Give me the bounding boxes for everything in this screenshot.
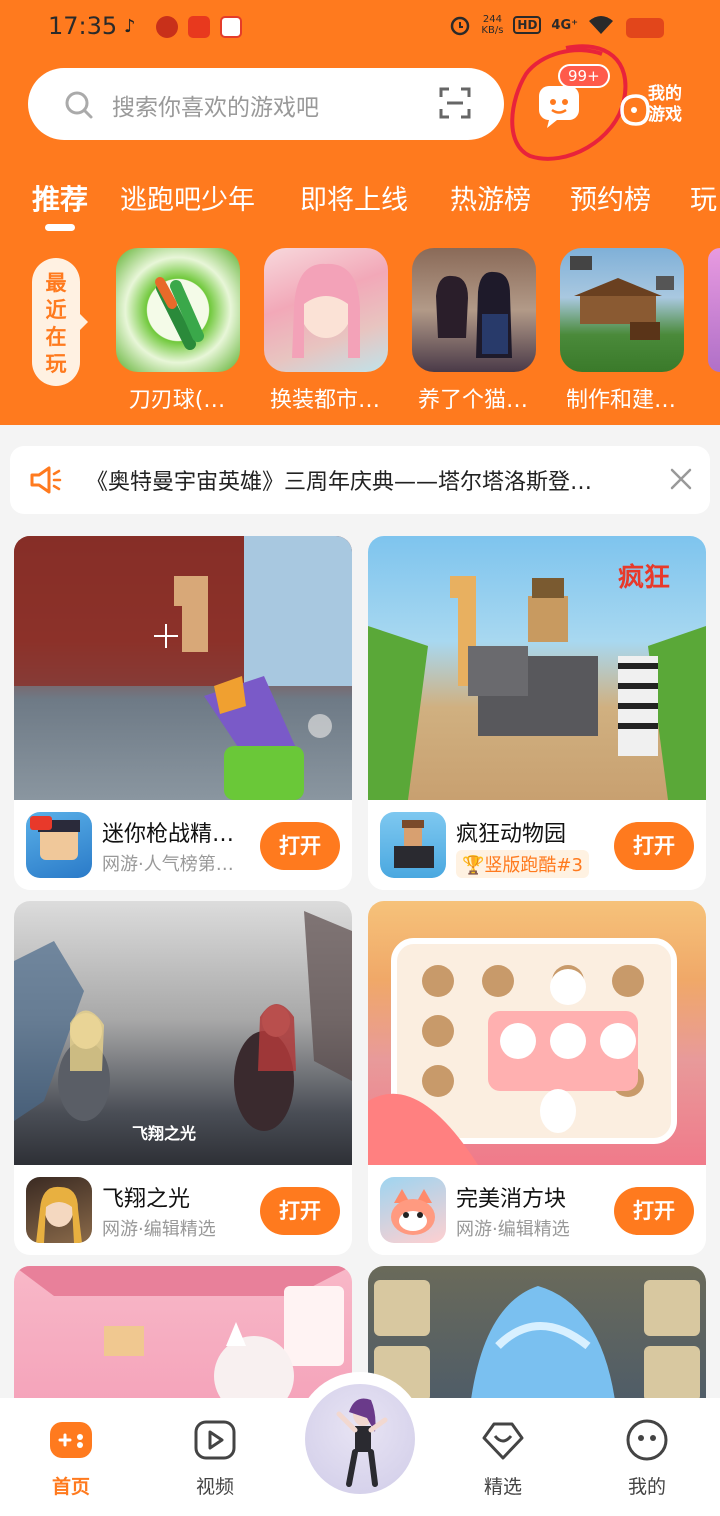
- hd-badge: HD: [513, 16, 542, 34]
- search-icon: [65, 91, 93, 119]
- nav-home-label: 首页: [51, 1476, 90, 1498]
- tab-reserve[interactable]: 预约榜: [570, 178, 651, 217]
- nav-mine-label: 我的: [627, 1476, 666, 1498]
- game-title: 完美消方块: [456, 1187, 567, 1212]
- header: 17:35 ♪ 244 KB/s HD 4G⁺ 搜索你喜欢的游戏吧 99+ 我的…: [0, 0, 720, 425]
- scan-icon[interactable]: [438, 86, 472, 120]
- recent-game-thumbnail: [560, 248, 684, 372]
- trophy-icon: 🏆: [462, 855, 485, 876]
- game-subtitle: 网游·编辑精选: [456, 1219, 570, 1240]
- game-subtitle: 网游·人气榜第…: [102, 854, 234, 875]
- game-card-image[interactable]: 飞翔之光: [14, 901, 352, 1165]
- tab-active-indicator: [45, 224, 75, 231]
- game-icon: [380, 1177, 446, 1243]
- map-pin-icon: [220, 16, 242, 38]
- recent-game[interactable]: 制作和建…: [560, 248, 684, 414]
- center-character-avatar[interactable]: [305, 1384, 415, 1494]
- game-card[interactable]: 疯狂 疯狂动物园 🏆竖版跑酷#3 打开: [368, 536, 706, 890]
- app-notification-icon-2: [188, 16, 210, 38]
- open-button[interactable]: 打开: [260, 1187, 340, 1235]
- gamepad-icon: [50, 1422, 92, 1458]
- recent-game[interactable]: 换装都市…: [264, 248, 388, 414]
- recent-game[interactable]: 刀刃球(…: [116, 248, 240, 414]
- open-button[interactable]: 打开: [614, 1187, 694, 1235]
- game-title: 疯狂动物园: [456, 822, 567, 847]
- nav-home[interactable]: 首页: [26, 1418, 116, 1499]
- search-input[interactable]: 搜索你喜欢的游戏吧: [112, 88, 319, 122]
- svg-text:疯狂: 疯狂: [618, 562, 670, 593]
- video-icon: [194, 1420, 236, 1460]
- smiley-icon: [626, 1419, 668, 1461]
- game-card[interactable]: 迷你枪战精… 网游·人气榜第… 打开: [14, 536, 352, 890]
- tab-upcoming[interactable]: 即将上线: [300, 178, 408, 217]
- tiktok-icon: ♪: [124, 16, 136, 37]
- open-button[interactable]: 打开: [614, 822, 694, 870]
- alarm-icon: [451, 16, 470, 36]
- tab-play[interactable]: 玩: [690, 178, 717, 217]
- app-notification-icon: [156, 16, 178, 38]
- nav-video-label: 视频: [195, 1476, 234, 1498]
- recent-game[interactable]: 养了个猫…: [412, 248, 536, 414]
- game-card-image[interactable]: 疯狂: [368, 536, 706, 800]
- tab-recommend[interactable]: 推荐: [32, 178, 88, 218]
- recent-label: 最近在玩: [32, 258, 88, 386]
- game-icon: [26, 812, 92, 878]
- status-app-icons: ♪: [124, 16, 242, 38]
- my-games-label[interactable]: 我的游戏: [648, 84, 696, 126]
- notice-banner[interactable]: 《奥特曼宇宙英雄》三周年庆典——塔尔塔洛斯登…: [10, 446, 710, 514]
- game-card[interactable]: 完美消方块 网游·编辑精选 打开: [368, 901, 706, 1255]
- megaphone-icon: [30, 466, 62, 494]
- recent-game-name: 制作和建…: [565, 388, 676, 413]
- close-icon[interactable]: [668, 466, 694, 492]
- recent-game-thumbnail: [264, 248, 388, 372]
- nav-video[interactable]: 视频: [170, 1418, 260, 1499]
- recent-game-partial[interactable]: [708, 248, 720, 372]
- game-subtitle: 网游·编辑精选: [102, 1219, 216, 1240]
- game-card-image[interactable]: [368, 901, 706, 1165]
- game-icon: [380, 812, 446, 878]
- signal-icon: 4G⁺: [551, 17, 578, 33]
- game-title: 迷你枪战精…: [102, 822, 235, 847]
- recent-game-name: 刀刃球(…: [128, 388, 226, 413]
- rank-badge: 🏆竖版跑酷#3: [456, 850, 589, 878]
- status-time: 17:35: [48, 12, 118, 40]
- recent-game-name: 养了个猫…: [417, 388, 528, 413]
- game-card[interactable]: 飞翔之光 飞翔之光 网游·编辑精选 打开: [14, 901, 352, 1255]
- wifi-icon: [589, 16, 613, 34]
- net-speed: 244 KB/s: [481, 14, 504, 36]
- diamond-heart-icon: [482, 1422, 524, 1460]
- svg-text:飞翔之光: 飞翔之光: [132, 1124, 196, 1143]
- nav-featured-label: 精选: [483, 1476, 522, 1498]
- game-card-image[interactable]: [14, 536, 352, 800]
- notice-text[interactable]: 《奥特曼宇宙英雄》三周年庆典——塔尔塔洛斯登…: [86, 464, 592, 496]
- game-title: 飞翔之光: [102, 1187, 191, 1212]
- recent-game-thumbnail: [412, 248, 536, 372]
- nav-mine[interactable]: 我的: [602, 1418, 692, 1499]
- recent-game-thumbnail: [116, 248, 240, 372]
- game-icon: [26, 1177, 92, 1243]
- red-annotation-circle: [510, 44, 628, 161]
- open-button[interactable]: 打开: [260, 822, 340, 870]
- tab-hot[interactable]: 热游榜: [450, 178, 531, 217]
- tab-escape[interactable]: 逃跑吧少年: [120, 178, 255, 217]
- nav-featured[interactable]: 精选: [458, 1418, 548, 1499]
- recent-game-name: 换装都市…: [269, 388, 380, 413]
- search-bar[interactable]: 搜索你喜欢的游戏吧: [28, 68, 504, 140]
- battery-icon: [626, 18, 664, 38]
